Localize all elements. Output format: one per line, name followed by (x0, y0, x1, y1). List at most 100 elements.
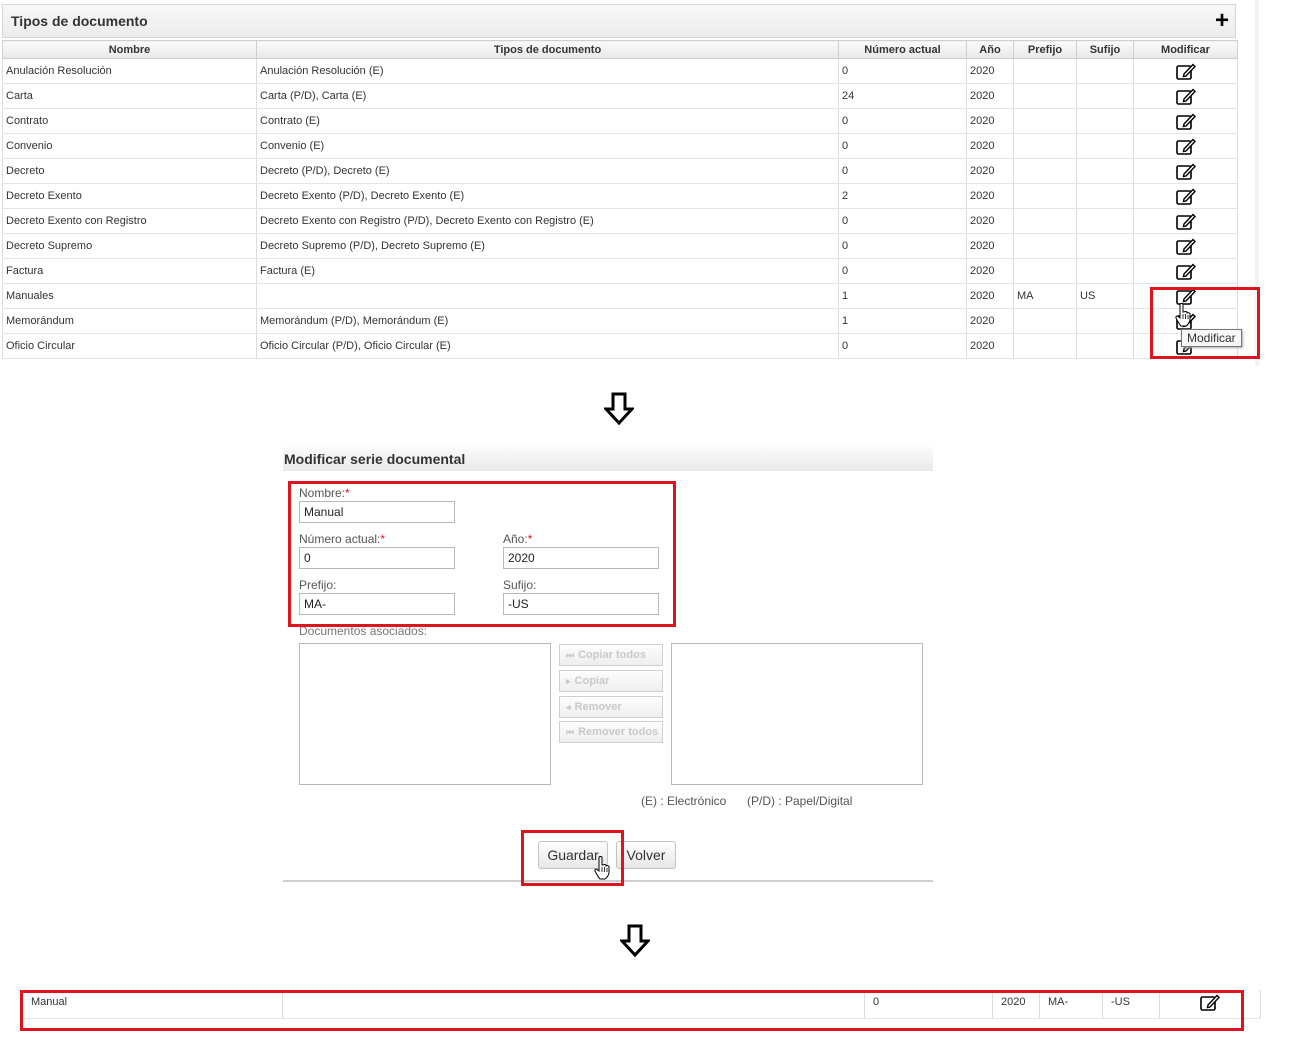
cell-anio: 2020 (992, 990, 1040, 1019)
documentos-asociados-label: Documentos asociados: (299, 624, 428, 638)
double-chevron-right-icon: ⏭ (566, 650, 575, 660)
down-arrow-icon (604, 392, 634, 426)
cell-tipos: Anulación Resolución (E) (256, 58, 839, 84)
cell-prefijo (1013, 333, 1077, 359)
cell-prefijo: MA- (1039, 990, 1103, 1019)
cell-numero: 2 (838, 183, 967, 209)
form-title: Modificar serie documental (284, 451, 466, 467)
edit-icon[interactable] (1175, 213, 1196, 230)
edit-icon[interactable] (1175, 88, 1196, 105)
panel-title: Tipos de documento (11, 13, 148, 29)
cell-modificar (1133, 108, 1238, 134)
cell-tipos: Factura (E) (256, 258, 839, 284)
cell-tipos: Decreto Exento con Registro (P/D), Decre… (256, 208, 839, 234)
prefijo-input[interactable] (299, 593, 455, 615)
cell-anio: 2020 (966, 83, 1014, 109)
cell-tipos: Convenio (E) (256, 133, 839, 159)
column-header-tipos[interactable]: Tipos de documento (256, 40, 839, 59)
column-header-numero[interactable]: Número actual (838, 40, 967, 59)
cell-numero: 24 (838, 83, 967, 109)
column-header-prefijo[interactable]: Prefijo (1013, 40, 1077, 59)
anio-input[interactable] (503, 547, 659, 569)
cell-tipos: Decreto (P/D), Decreto (E) (256, 158, 839, 184)
cell-modificar (1133, 183, 1238, 209)
table-row[interactable]: Decreto Exento con Registro Decreto Exent… (2, 208, 1238, 234)
edit-icon[interactable] (1175, 163, 1196, 180)
cell-prefijo (1013, 208, 1077, 234)
cell-sufijo (1076, 133, 1134, 159)
cell-sufijo (1076, 333, 1134, 359)
cell-nombre: Anulación Resolución (2, 58, 257, 84)
table-row[interactable]: Anulación Resolución Anulación Resolución… (2, 58, 1238, 84)
cell-tipos: Decreto Supremo (P/D), Decreto Supremo (… (256, 233, 839, 259)
cell-nombre: Decreto Supremo (2, 233, 257, 259)
edit-icon[interactable] (1175, 188, 1196, 205)
table-row[interactable]: Oficio Circular Oficio Circular (P/D), Of… (2, 333, 1238, 359)
copy-button[interactable]: ▸ Copiar (559, 670, 663, 692)
cell-nombre: Oficio Circular (2, 333, 257, 359)
edit-icon[interactable] (1175, 238, 1196, 255)
table-row[interactable]: Decreto Supremo Decreto Supremo (P/D), De… (2, 233, 1238, 259)
column-header-nombre[interactable]: Nombre (2, 40, 257, 59)
cell-numero: 0 (838, 158, 967, 184)
cell-numero: 0 (838, 108, 967, 134)
updated-row-table: Manual 0 2020 MA- -US (22, 990, 1261, 1019)
available-docs-list[interactable] (299, 643, 551, 785)
copy-all-button[interactable]: ⏭ Copiar todos (559, 644, 663, 666)
double-chevron-left-icon: ⏮ (566, 727, 575, 737)
back-button[interactable]: Volver (616, 841, 676, 869)
prefijo-label: Prefijo: (299, 578, 337, 592)
cell-anio: 2020 (966, 158, 1014, 184)
edit-icon[interactable] (1175, 263, 1196, 280)
remove-all-button[interactable]: ⏮ Remover todos (559, 721, 663, 743)
cell-tipos: Carta (P/D), Carta (E) (256, 83, 839, 109)
cell-tipos: Memorándum (P/D), Memorándum (E) (256, 308, 839, 334)
cell-tipos (256, 283, 839, 309)
edit-icon[interactable] (1175, 138, 1196, 155)
cell-numero: 0 (838, 58, 967, 84)
edit-icon[interactable] (1175, 113, 1196, 130)
column-header-sufijo[interactable]: Sufijo (1076, 40, 1134, 59)
sufijo-input[interactable] (503, 593, 659, 615)
panel-header: Tipos de documento + (2, 4, 1236, 38)
nombre-input[interactable] (299, 501, 455, 523)
cell-numero: 1 (838, 283, 967, 309)
table-row[interactable]: Carta Carta (P/D), Carta (E) 24 2020 (2, 83, 1238, 109)
table-row[interactable]: Convenio Convenio (E) 0 2020 (2, 133, 1238, 159)
form-divider (283, 880, 933, 882)
cell-prefijo (1013, 108, 1077, 134)
cell-numero: 0 (838, 208, 967, 234)
edit-icon[interactable] (1175, 63, 1196, 80)
cell-numero: 0 (838, 133, 967, 159)
cell-anio: 2020 (966, 133, 1014, 159)
table-row[interactable]: Decreto Exento Decreto Exento (P/D), Decr… (2, 183, 1238, 209)
table-row[interactable]: Contrato Contrato (E) 0 2020 (2, 108, 1238, 134)
table-row[interactable]: Memorándum Memorándum (P/D), Memorándum (… (2, 308, 1238, 334)
cell-sufijo (1076, 83, 1134, 109)
table-row[interactable]: Manual 0 2020 MA- -US (22, 990, 1261, 1019)
column-header-anio[interactable]: Año (966, 40, 1014, 59)
table-row[interactable]: Manuales 1 2020 MA US (2, 283, 1238, 309)
cell-tipos (282, 990, 865, 1019)
cell-modificar (1133, 258, 1238, 284)
updated-row-panel: Manual 0 2020 MA- -US (22, 976, 1262, 1036)
cell-modificar (1133, 158, 1238, 184)
cell-anio: 2020 (966, 283, 1014, 309)
cell-sufijo (1076, 233, 1134, 259)
form-header: Modificar serie documental (283, 447, 933, 471)
chevron-right-icon: ▸ (566, 676, 571, 686)
associated-docs-list[interactable] (671, 643, 923, 785)
cell-prefijo (1013, 183, 1077, 209)
cell-modificar (1133, 233, 1238, 259)
cell-modificar (1159, 990, 1261, 1019)
table-row[interactable]: Decreto Decreto (P/D), Decreto (E) 0 2020 (2, 158, 1238, 184)
table-row[interactable]: Factura Factura (E) 0 2020 (2, 258, 1238, 284)
cell-sufijo: US (1076, 283, 1134, 309)
numero-actual-input[interactable] (299, 547, 455, 569)
legend-papel-digital: (P/D) : Papel/Digital (747, 794, 853, 808)
remove-button[interactable]: ◂ Remover (559, 696, 663, 718)
add-icon[interactable]: + (1215, 9, 1229, 33)
scrollbar-edge (1255, 0, 1259, 366)
hand-cursor-icon (594, 856, 610, 880)
edit-icon[interactable] (1200, 994, 1220, 1011)
